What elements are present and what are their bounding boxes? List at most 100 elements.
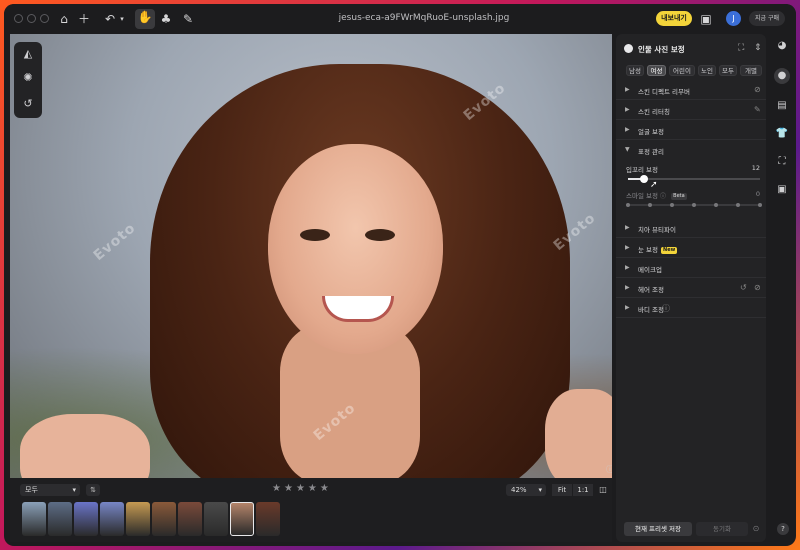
thumbnail[interactable]	[230, 502, 254, 536]
thumbnail[interactable]	[22, 502, 46, 536]
crop-face-icon[interactable]: ⛶	[774, 154, 790, 170]
filter-select-label: 모두	[25, 486, 38, 494]
section-label: 눈 보정 New	[638, 244, 678, 254]
palette-icon[interactable]: ◕	[774, 38, 790, 54]
thumbnail[interactable]	[178, 502, 202, 536]
star-icon[interactable]: ★	[296, 483, 308, 494]
section-row[interactable]: ▶ 눈 보정 New	[616, 238, 766, 258]
disabled-icon[interactable]: ⊘	[754, 85, 761, 94]
clothing-icon[interactable]: 👕	[774, 126, 790, 142]
filter-select[interactable]: 모두 ▾	[20, 484, 80, 496]
export-button[interactable]: 내보내기	[656, 11, 692, 26]
sync-button[interactable]: 동기화	[696, 522, 748, 536]
thumbnail[interactable]	[48, 502, 72, 536]
history-icon[interactable]: ↺	[20, 96, 36, 112]
sun-icon[interactable]: ✺	[20, 70, 36, 86]
section-row[interactable]: ▶ 메이크업	[616, 258, 766, 278]
help-button[interactable]: ?	[777, 523, 789, 535]
section-label: 스킨 디펙트 리무버	[638, 86, 690, 96]
maximize-window-button[interactable]	[40, 14, 49, 23]
smile-adjust-label-text: 스마일 보정	[626, 192, 658, 200]
chevron-right-icon: ▶	[625, 126, 630, 133]
section-label: 스킨 리터칭	[638, 106, 670, 116]
chevron-down-icon: ▾	[538, 486, 542, 494]
section-row[interactable]: ▶ 스킨 리터칭 ✎	[616, 100, 766, 120]
zoom-level: 42%	[511, 486, 527, 494]
section-expression[interactable]: ▼ 표정 관리	[616, 140, 766, 160]
star-icon[interactable]: ★	[320, 483, 332, 494]
info-icon[interactable]: ⓘ	[606, 464, 612, 475]
section-row[interactable]: ▶ 바디 조정 ⓘ	[616, 298, 766, 318]
stamp-tool-icon[interactable]: ♣	[158, 11, 174, 27]
chevron-right-icon: ▶	[625, 86, 630, 93]
minimize-window-button[interactable]	[27, 14, 36, 23]
chevron-down-icon: ▾	[72, 486, 76, 494]
thumbnail[interactable]	[74, 502, 98, 536]
rating-stars[interactable]: ★★★★★	[272, 483, 332, 494]
section-row[interactable]: ▶ 헤어 조정 ↺ ⊘	[616, 278, 766, 298]
home-icon[interactable]: ⌂	[56, 11, 72, 27]
section-row[interactable]: ▶ 스킨 디펙트 리무버 ⊘	[616, 80, 766, 100]
slider-handle[interactable]	[639, 175, 648, 183]
thumbnail[interactable]	[100, 502, 124, 536]
fit-button[interactable]: Fit	[552, 484, 572, 496]
section-label: 얼굴 보정	[638, 126, 664, 136]
panel-title: 인물 사진 보정	[638, 45, 685, 54]
slider-tick	[714, 203, 718, 207]
thumbnail[interactable]	[204, 502, 228, 536]
star-icon[interactable]: ★	[284, 483, 296, 494]
buy-now-button[interactable]: 지금 구매	[749, 11, 785, 26]
section-label-text: 헤어 조정	[638, 286, 664, 294]
chevron-down-icon[interactable]: ▾	[114, 11, 130, 27]
face-select-icon[interactable]: ⛶	[738, 43, 744, 53]
zoom-select[interactable]: 42% ▾	[506, 484, 546, 496]
close-window-button[interactable]	[14, 14, 23, 23]
panel-toggle-icon[interactable]: ▣	[698, 11, 714, 27]
camera-icon[interactable]: ▣	[774, 182, 790, 198]
photo-hand-right	[545, 389, 612, 478]
photo-canvas[interactable]: Evoto Evoto Evoto Evoto ⓘ	[10, 34, 612, 478]
chevron-right-icon: ▶	[625, 224, 630, 231]
hand-tool-icon[interactable]: ✋	[135, 9, 155, 29]
portrait-icon[interactable]: ●	[774, 68, 790, 84]
section-row[interactable]: ▶ 치아 뷰티파이	[616, 218, 766, 238]
wand-icon[interactable]: ✎	[754, 105, 761, 114]
thumbnail[interactable]	[126, 502, 150, 536]
compare-icon[interactable]: ◫	[597, 484, 609, 496]
group-tab[interactable]: 개별	[740, 65, 762, 76]
add-icon[interactable]: ＋	[76, 11, 92, 27]
window-title: jesus-eca-a9FWrMqRuoE-unsplash.jpg	[338, 13, 510, 23]
smile-adjust-slider[interactable]	[626, 203, 762, 207]
save-preset-button[interactable]: 현재 프리셋 저장	[624, 522, 692, 536]
info-icon[interactable]: ⓘ	[662, 303, 670, 314]
disabled-icon[interactable]: ⊘	[754, 283, 761, 292]
adjust-tool-icon[interactable]: ◭	[20, 46, 36, 62]
section-label: 바디 조정	[638, 304, 664, 314]
avatar[interactable]: J	[726, 11, 741, 26]
one-to-one-button[interactable]: 1:1	[573, 484, 593, 496]
info-icon[interactable]: ⓘ	[660, 193, 666, 200]
chevron-right-icon: ▶	[625, 244, 630, 251]
reset-icon[interactable]: ↺	[740, 283, 747, 292]
group-tab[interactable]: 여성	[647, 65, 666, 76]
brush-tool-icon[interactable]: ✎	[180, 11, 196, 27]
sync-settings-icon[interactable]: ⊙	[750, 522, 762, 536]
section-row[interactable]: ▶ 얼굴 보정	[616, 120, 766, 140]
top-bar: ⌂ ＋ ↶ ▾ ✋ ♣ ✎ jesus-eca-a9FWrMqRuoE-unsp…	[4, 4, 796, 34]
star-icon[interactable]: ★	[272, 483, 284, 494]
star-icon[interactable]: ★	[308, 483, 320, 494]
group-tab[interactable]: 노인	[698, 65, 716, 76]
group-tab[interactable]: 모두	[719, 65, 737, 76]
mouth-corner-slider[interactable]	[628, 175, 760, 183]
group-tab[interactable]: 남성	[626, 65, 644, 76]
group-tab[interactable]: 어린이	[669, 65, 695, 76]
sort-button[interactable]: ⇅	[86, 484, 100, 496]
thumbnail[interactable]	[152, 502, 176, 536]
slider-tick	[692, 203, 696, 207]
watermark: Evoto	[90, 219, 139, 265]
reorder-icon[interactable]: ⇕	[754, 43, 762, 53]
background-icon[interactable]: ▤	[774, 98, 790, 114]
mouth-corner-label: 입꼬리 보정	[626, 166, 658, 174]
photo-hand-left	[20, 414, 150, 478]
thumbnail[interactable]	[256, 502, 280, 536]
